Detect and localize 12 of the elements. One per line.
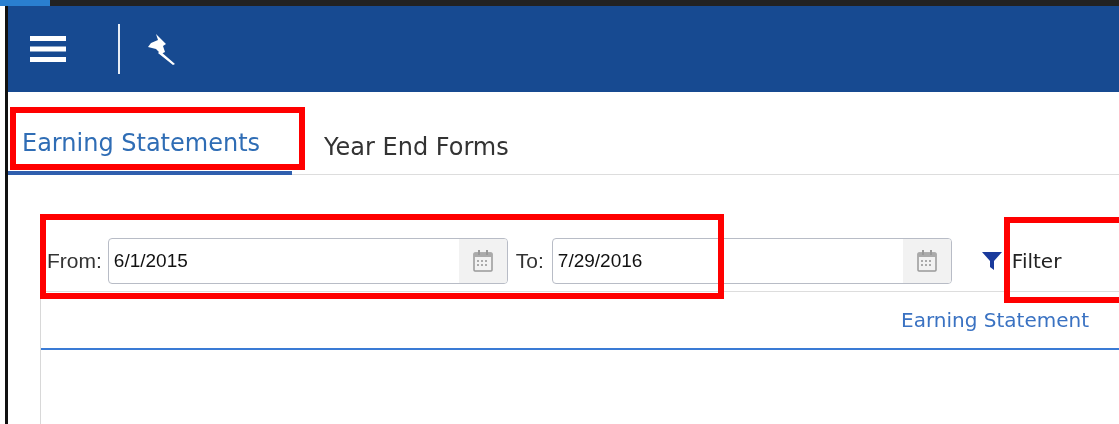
calendar-icon[interactable] [472, 250, 493, 272]
calendar-icon[interactable] [916, 250, 937, 272]
column-header[interactable]: Earning Statement [901, 308, 1089, 332]
from-label: From: [47, 249, 102, 273]
menu-icon[interactable] [30, 35, 66, 63]
filter-button[interactable]: Filter [981, 249, 1062, 273]
tab[interactable]: Earning Statements [8, 101, 293, 175]
to-label: To: [515, 249, 544, 273]
from-date-field[interactable]: 6/1/2015 [107, 238, 508, 284]
filter-icon [981, 251, 1002, 271]
to-date-field[interactable]: 7/29/2016 [551, 238, 952, 284]
tab[interactable]: Year End Forms [292, 105, 541, 175]
